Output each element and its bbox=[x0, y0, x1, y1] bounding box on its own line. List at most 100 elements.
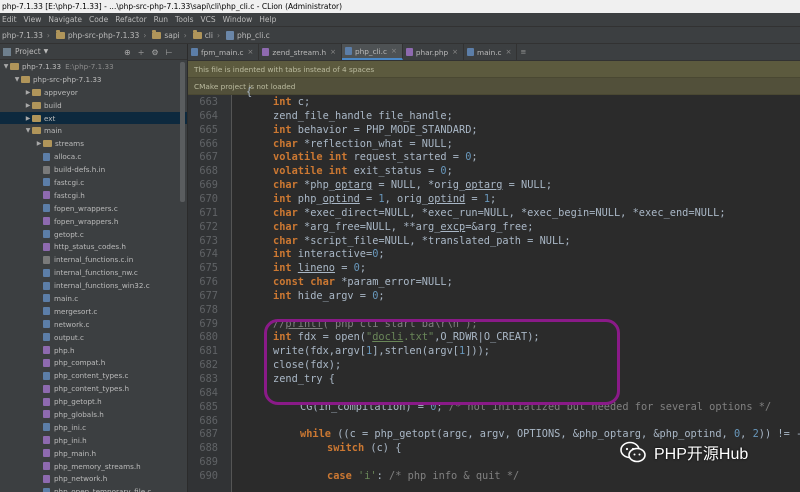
tree-item[interactable]: php_network.h bbox=[0, 473, 187, 486]
line-number: 683 bbox=[199, 373, 218, 385]
tree-item[interactable]: internal_functions.c.in bbox=[0, 253, 187, 266]
tree-item-label: php.h bbox=[54, 345, 75, 355]
header-file-icon bbox=[43, 217, 50, 226]
menu-refactor[interactable]: Refactor bbox=[115, 15, 146, 24]
hide-icon[interactable]: ⊢ bbox=[166, 48, 173, 57]
scrollbar[interactable] bbox=[180, 62, 185, 202]
menu-navigate[interactable]: Navigate bbox=[48, 15, 82, 24]
window-title: php-7.1.33 [E:\php-7.1.33] - ...\php-src… bbox=[0, 0, 800, 13]
tree-item[interactable]: fastcgi.h bbox=[0, 189, 187, 202]
menu-view[interactable]: View bbox=[24, 15, 42, 24]
locate-icon[interactable]: ⊕ bbox=[124, 48, 131, 57]
tree-item[interactable]: php_open_temporary_file.c bbox=[0, 485, 187, 492]
tab-phar-php[interactable]: phar.php × bbox=[403, 44, 464, 60]
menu-run[interactable]: Run bbox=[154, 15, 168, 24]
code-editor[interactable]: int c; zend_file_handle file_handle; int b… bbox=[240, 86, 800, 492]
expanded-arrow-icon[interactable]: ▼ bbox=[13, 76, 21, 83]
dropdown-arrow-icon[interactable]: ▼ bbox=[44, 48, 49, 55]
tree-item[interactable]: getopt.c bbox=[0, 228, 187, 241]
collapse-icon[interactable]: ÷ bbox=[138, 48, 145, 57]
code-line: int interactive=0; bbox=[273, 248, 385, 261]
tree-item[interactable]: build-defs.h.in bbox=[0, 163, 187, 176]
tree-item[interactable]: http_status_codes.h bbox=[0, 240, 187, 253]
wechat-icon bbox=[620, 441, 646, 463]
expanded-arrow-icon[interactable]: ▼ bbox=[2, 63, 10, 70]
tab-zend-stream-h[interactable]: zend_stream.h × bbox=[259, 44, 343, 60]
breadcrumb-item[interactable]: php-7.1.33 › bbox=[0, 31, 54, 40]
tree-item[interactable]: php_compat.h bbox=[0, 356, 187, 369]
menu-edit[interactable]: Edit bbox=[2, 15, 17, 24]
tree-item[interactable]: php_content_types.h bbox=[0, 382, 187, 395]
code-line: zend_file_handle file_handle; bbox=[273, 109, 453, 122]
tree-item[interactable]: mergesort.c bbox=[0, 305, 187, 318]
tree-item[interactable]: fopen_wrappers.h bbox=[0, 215, 187, 228]
breadcrumb-item[interactable]: php-src-php-7.1.33 › bbox=[54, 29, 150, 40]
tree-item[interactable]: ▶ appveyor bbox=[0, 86, 187, 99]
menu-code[interactable]: Code bbox=[89, 15, 108, 24]
tree-item[interactable]: php_content_types.c bbox=[0, 369, 187, 382]
tree-item[interactable]: main.c bbox=[0, 292, 187, 305]
c-file-icon bbox=[225, 30, 234, 40]
tree-item[interactable]: php_ini.h bbox=[0, 434, 187, 447]
code-area[interactable]: 663 664 665 666 667 668 669 670 671 672 673 674 675 6… bbox=[188, 86, 800, 492]
close-icon[interactable]: × bbox=[506, 48, 512, 56]
breadcrumb-item[interactable]: cli › bbox=[191, 29, 224, 40]
tree-item-label: ext bbox=[44, 113, 56, 123]
tree-item[interactable]: php.h bbox=[0, 344, 187, 357]
tab-php-cli-c[interactable]: php_cli.c × bbox=[342, 44, 403, 60]
collapsed-arrow-icon[interactable]: ▶ bbox=[24, 89, 32, 96]
close-icon[interactable]: × bbox=[452, 48, 458, 56]
tree-item[interactable]: internal_functions_nw.c bbox=[0, 266, 187, 279]
header-file-icon bbox=[43, 462, 50, 471]
tree-item[interactable]: php_globals.h bbox=[0, 408, 187, 421]
collapsed-arrow-icon[interactable]: ▶ bbox=[24, 115, 32, 122]
tree-item[interactable]: internal_functions_win32.c bbox=[0, 279, 187, 292]
tree-item[interactable]: output.c bbox=[0, 331, 187, 344]
tree-item[interactable]: php_getopt.h bbox=[0, 395, 187, 408]
tree-item[interactable]: ▶ streams bbox=[0, 137, 187, 150]
close-icon[interactable]: × bbox=[330, 48, 336, 56]
folder-icon bbox=[32, 88, 41, 96]
file-icon bbox=[43, 165, 50, 174]
tree-item-label: build-defs.h.in bbox=[54, 165, 106, 175]
settings-gear-icon[interactable]: ⚙ bbox=[151, 48, 158, 57]
menu-help[interactable]: Help bbox=[259, 15, 276, 24]
tree-item[interactable]: fastcgi.c bbox=[0, 176, 187, 189]
folder-icon bbox=[43, 140, 52, 148]
menu-window[interactable]: Window bbox=[223, 15, 253, 24]
tab-fpm-main-c[interactable]: fpm_main.c × bbox=[188, 44, 260, 60]
chevron-right-icon: › bbox=[183, 30, 187, 40]
breadcrumb-item[interactable]: php_cli.c bbox=[224, 30, 274, 40]
tree-item[interactable]: ▼ php-7.1.33 E:\php-7.1.33 bbox=[0, 60, 187, 73]
menu-tools[interactable]: Tools bbox=[175, 15, 193, 24]
tree-item[interactable]: php_main.h bbox=[0, 447, 187, 460]
code-line: const char *param_error=NULL; bbox=[273, 276, 453, 289]
tree-item[interactable]: php_ini.c bbox=[0, 421, 187, 434]
chevron-right-icon: › bbox=[143, 30, 147, 40]
tree-item-label: build bbox=[44, 100, 62, 110]
tree-item[interactable]: ▶ build bbox=[0, 99, 187, 112]
tree-item[interactable]: ▶ ext bbox=[0, 111, 187, 125]
close-icon[interactable]: × bbox=[391, 47, 397, 55]
menu-vcs[interactable]: VCS bbox=[201, 15, 216, 24]
tree-item[interactable]: alloca.c bbox=[0, 150, 187, 163]
chevron-right-icon: › bbox=[216, 30, 220, 40]
collapsed-arrow-icon[interactable]: ▶ bbox=[24, 102, 32, 109]
tree-item[interactable]: ▼ main bbox=[0, 124, 187, 137]
line-number: 672 bbox=[199, 220, 218, 233]
tree-item[interactable]: network.c bbox=[0, 318, 187, 331]
breadcrumb-item[interactable]: sapi › bbox=[150, 29, 190, 40]
close-icon[interactable]: × bbox=[248, 48, 254, 56]
tree-item[interactable]: php_memory_streams.h bbox=[0, 460, 187, 473]
tree-item[interactable]: fopen_wrappers.c bbox=[0, 202, 187, 215]
code-line: switch (c) { bbox=[327, 442, 402, 455]
project-panel-title[interactable]: Project bbox=[15, 47, 41, 56]
c-file-icon bbox=[43, 230, 50, 239]
tab-main-c[interactable]: main.c × bbox=[464, 44, 518, 60]
tree-item-label: main bbox=[44, 126, 62, 136]
expanded-arrow-icon[interactable]: ▼ bbox=[24, 127, 32, 134]
tab-overflow-icon[interactable]: ≡ bbox=[517, 44, 529, 60]
collapsed-arrow-icon[interactable]: ▶ bbox=[35, 140, 43, 147]
header-file-icon bbox=[43, 242, 50, 251]
tree-item[interactable]: ▼ php-src-php-7.1.33 bbox=[0, 73, 187, 86]
